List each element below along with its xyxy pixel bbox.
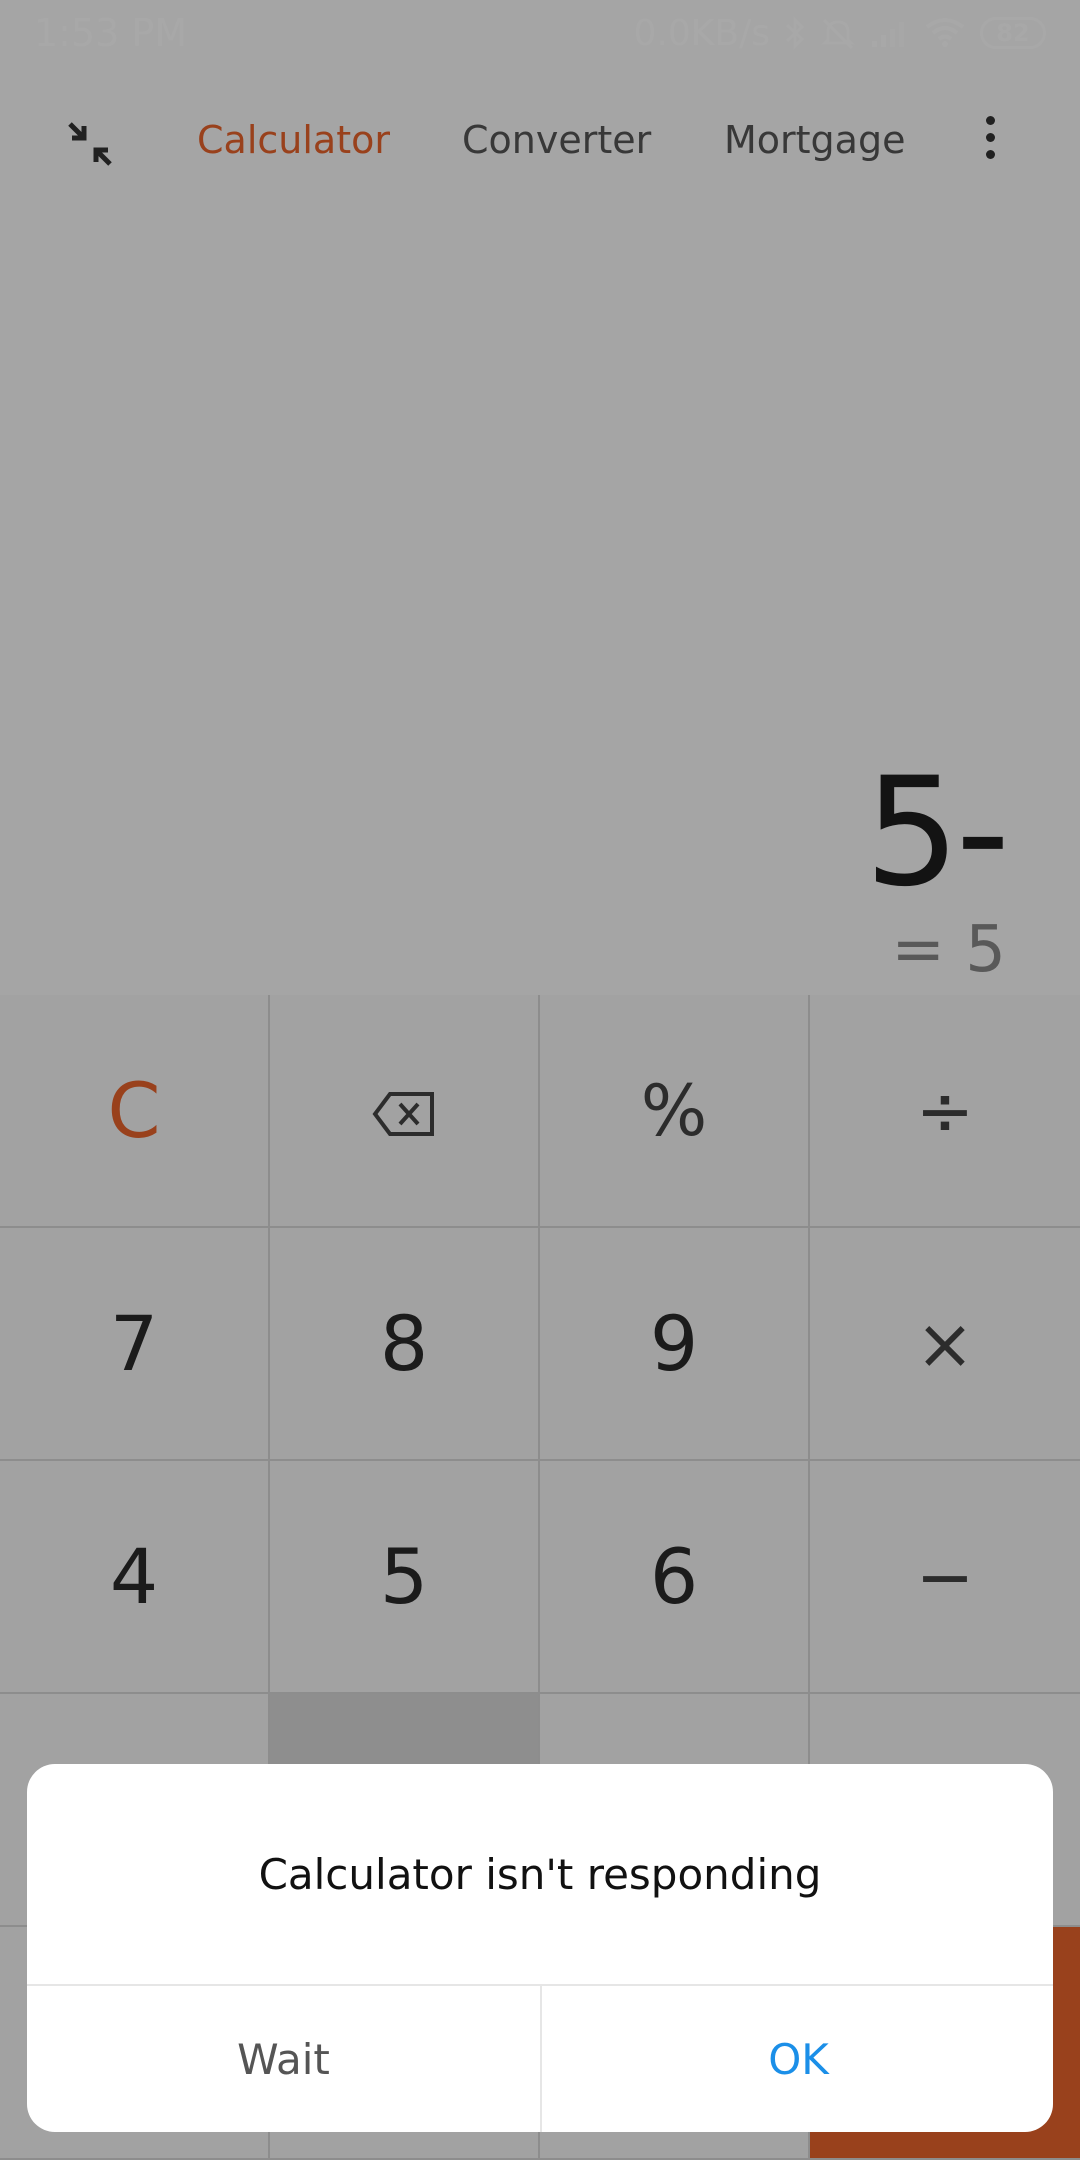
not-responding-dialog: Calculator isn't responding Wait OK bbox=[27, 1764, 1053, 2132]
calculator-screen: 1:53 PM 0.0KB/s 82 Calculator Converter … bbox=[0, 0, 1080, 2160]
wait-button[interactable]: Wait bbox=[27, 1986, 540, 2132]
ok-button[interactable]: OK bbox=[542, 1986, 1053, 2132]
dialog-title: Calculator isn't responding bbox=[258, 1849, 822, 1899]
